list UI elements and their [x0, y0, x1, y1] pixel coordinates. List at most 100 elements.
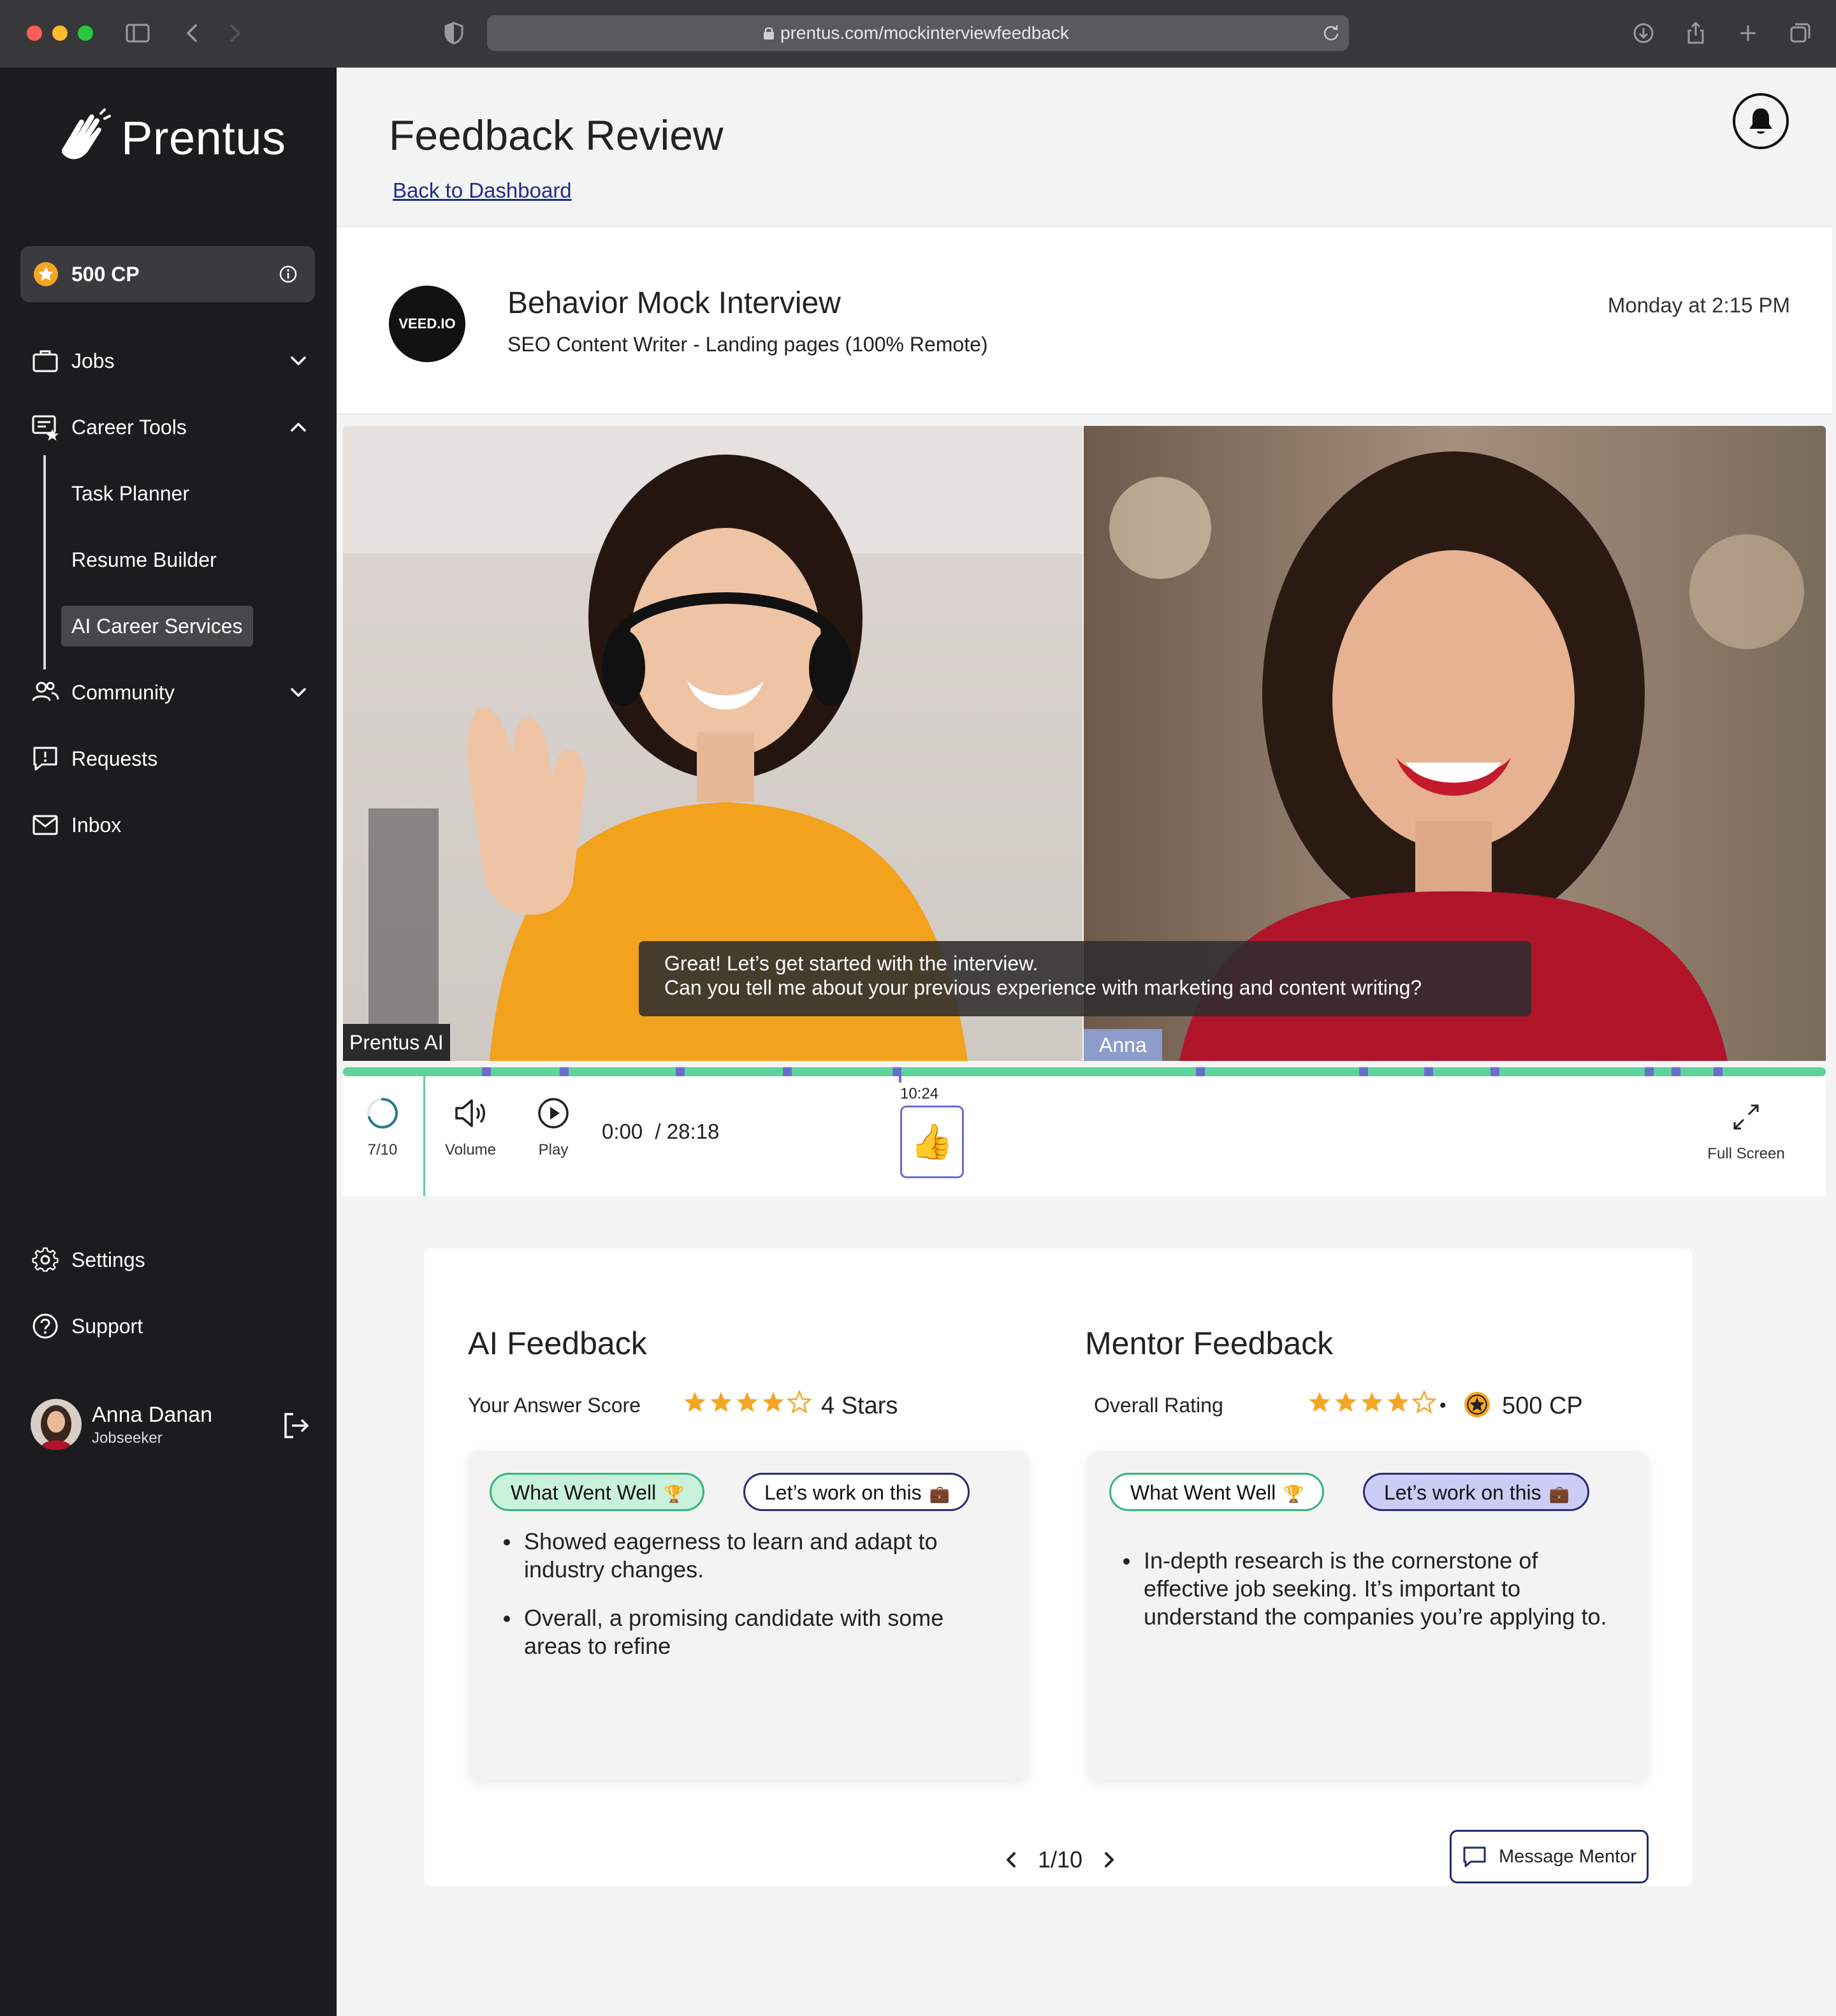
back-arrow-icon[interactable]	[178, 19, 207, 47]
timeline-marker[interactable]	[1645, 1067, 1654, 1076]
chevron-left-icon[interactable]	[998, 1847, 1024, 1873]
sidebar-toggle-icon[interactable]	[124, 19, 152, 47]
user-role: Jobseeker	[92, 1429, 163, 1447]
url-text: prentus.com/mockinterviewfeedback	[780, 23, 1069, 43]
star-filled-icon	[1335, 1392, 1357, 1412]
answer-score-label: Your Answer Score	[468, 1394, 641, 1417]
help-circle-icon	[31, 1311, 60, 1341]
mail-icon	[31, 810, 60, 840]
forward-arrow-icon[interactable]	[221, 19, 249, 47]
volume-button[interactable]: Volume	[439, 1095, 502, 1159]
chip-label: Let’s work on this	[764, 1481, 922, 1504]
cp-balance[interactable]: 500 CP	[20, 246, 315, 302]
minimize-window-button[interactable]	[52, 26, 68, 41]
total-duration: / 28:18	[655, 1120, 720, 1143]
current-time: 0:00	[602, 1120, 643, 1143]
nav-task-planner[interactable]: Task Planner	[71, 474, 189, 513]
timeline-marker[interactable]	[1490, 1067, 1499, 1076]
lock-icon	[764, 27, 774, 40]
chevron-up-icon[interactable]	[286, 414, 311, 440]
mentor-feedback-box: What Went Well 🏆 Let’s work on this 💼 In-d…	[1088, 1451, 1649, 1780]
ai-name-tag: Prentus AI	[343, 1024, 450, 1061]
nav-ai-career-services[interactable]: AI Career Services	[61, 606, 253, 646]
nav-inbox[interactable]: Inbox	[31, 806, 311, 844]
interview-title: Behavior Mock Interview	[507, 286, 841, 320]
list-item: In-depth research is the cornerstone of …	[1121, 1547, 1618, 1631]
coin-star-icon	[1464, 1392, 1490, 1417]
play-button[interactable]: Play	[528, 1095, 579, 1159]
company-logo: VEED.IO	[389, 286, 465, 362]
notifications-button[interactable]	[1733, 93, 1789, 149]
mentor-what-went-well-tab[interactable]: What Went Well 🏆	[1109, 1473, 1324, 1511]
message-mentor-button[interactable]: Message Mentor	[1450, 1830, 1649, 1883]
interview-date: Monday at 2:15 PM	[1607, 293, 1790, 317]
star-filled-icon	[1309, 1392, 1330, 1412]
controls-divider	[423, 1076, 425, 1196]
user-profile[interactable]: Anna Danan Jobseeker	[31, 1399, 311, 1452]
chip-label: What Went Well	[511, 1481, 657, 1504]
tab-overview-icon[interactable]	[1786, 19, 1814, 47]
nav-resume-builder[interactable]: Resume Builder	[71, 541, 217, 579]
timeline-marker[interactable]	[1424, 1067, 1433, 1076]
chevron-down-icon[interactable]	[286, 348, 311, 374]
mentor-feedback-title: Mentor Feedback	[1085, 1326, 1334, 1361]
cp-amount: 500 CP	[71, 263, 140, 286]
reaction-marker[interactable]: 👍	[900, 1106, 964, 1178]
address-bar[interactable]: prentus.com/mockinterviewfeedback	[487, 15, 1349, 51]
nav-jobs[interactable]: Jobs	[31, 342, 311, 380]
zoom-window-button[interactable]	[78, 26, 93, 41]
chat-bubble-icon	[1463, 1846, 1486, 1867]
privacy-shield-icon[interactable]	[440, 19, 468, 47]
nav-career-tools-label: Career Tools	[71, 415, 187, 439]
timeline-marker[interactable]	[1196, 1067, 1205, 1076]
star-filled-icon	[762, 1392, 784, 1412]
reload-icon[interactable]	[1321, 23, 1341, 43]
page-title: Feedback Review	[389, 112, 724, 159]
timeline-marker[interactable]	[1359, 1067, 1368, 1076]
briefcase-icon: 💼	[1548, 1484, 1570, 1503]
timeline-marker[interactable]	[676, 1067, 685, 1076]
info-icon[interactable]	[278, 264, 298, 284]
candidate-name-tag: Anna	[1084, 1029, 1162, 1061]
timeline-marker[interactable]	[1714, 1067, 1723, 1076]
nav-jobs-label: Jobs	[71, 349, 115, 372]
browser-toolbar: prentus.com/mockinterviewfeedback	[0, 0, 1836, 68]
fullscreen-button[interactable]: Full Screen	[1698, 1099, 1794, 1163]
list-item: Overall, a promising candidate with some…	[501, 1604, 998, 1660]
ai-lets-work-on-this-tab[interactable]: Let’s work on this 💼	[743, 1473, 970, 1511]
video-timeline[interactable]	[343, 1067, 1826, 1076]
timeline-marker[interactable]	[560, 1067, 569, 1076]
timeline-marker[interactable]	[482, 1067, 491, 1076]
list-item: Showed eagerness to learn and adapt to i…	[501, 1528, 998, 1584]
brand-logo[interactable]: Prentus	[51, 106, 286, 170]
nav-support-label: Support	[71, 1314, 143, 1338]
caption-line-2: Can you tell me about your previous expe…	[664, 976, 1422, 999]
back-to-dashboard-link[interactable]: Back to Dashboard	[393, 179, 572, 203]
nav-career-tools[interactable]: Career Tools	[31, 408, 311, 446]
chip-label: Let’s work on this	[1384, 1481, 1541, 1504]
mentor-lets-work-on-this-tab[interactable]: Let’s work on this 💼	[1363, 1473, 1590, 1511]
main-content: Feedback Review Back to Dashboard VEED.I…	[337, 68, 1836, 2016]
trophy-icon: 🏆	[1283, 1484, 1304, 1503]
nav-requests[interactable]: Requests	[31, 740, 311, 778]
timeline-marker[interactable]	[783, 1067, 792, 1076]
share-icon[interactable]	[1682, 19, 1710, 47]
answer-score-value: 4 Stars	[821, 1392, 898, 1419]
nav-support[interactable]: Support	[31, 1307, 311, 1345]
message-mentor-label: Message Mentor	[1499, 1846, 1636, 1867]
download-icon[interactable]	[1629, 19, 1657, 47]
avatar[interactable]	[31, 1399, 82, 1450]
briefcase-icon	[31, 346, 60, 376]
new-tab-plus-icon[interactable]	[1734, 19, 1762, 47]
nav-community[interactable]: Community	[31, 673, 311, 712]
chevron-right-icon[interactable]	[1096, 1847, 1122, 1873]
logout-icon[interactable]	[280, 1410, 311, 1441]
timeline-marker[interactable]	[1672, 1067, 1680, 1076]
close-window-button[interactable]	[27, 26, 42, 41]
sidebar: Prentus 500 CP Jobs Career Tools Task Pl…	[0, 68, 337, 2016]
star-empty-icon	[1411, 1390, 1437, 1414]
ai-what-went-well-tab[interactable]: What Went Well 🏆	[490, 1473, 704, 1511]
chevron-down-icon[interactable]	[286, 680, 311, 705]
mentor-star-rating	[1307, 1390, 1438, 1415]
nav-settings[interactable]: Settings	[31, 1241, 311, 1279]
